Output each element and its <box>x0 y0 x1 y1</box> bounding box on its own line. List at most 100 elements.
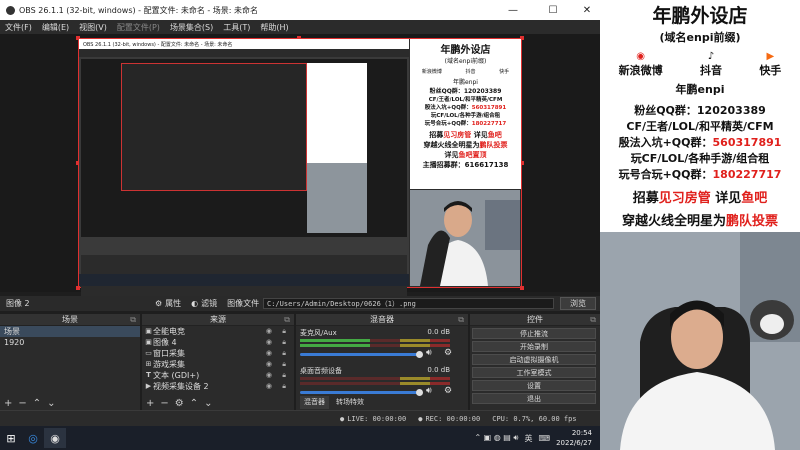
scene-item[interactable]: 场景 <box>0 326 140 337</box>
volume-meter <box>300 377 450 380</box>
volume-slider[interactable] <box>300 391 418 394</box>
resize-handle[interactable] <box>76 286 80 290</box>
sources-toolbar: + − ⚙ ⌃ ⌄ <box>142 396 294 410</box>
volume-slider[interactable] <box>300 353 418 356</box>
filters-button[interactable]: ◐ 滤镜 <box>186 298 222 309</box>
clock[interactable]: 20:54 2022/6/27 <box>556 428 592 448</box>
remove-icon[interactable]: − <box>160 398 168 409</box>
search-icon[interactable]: ◎ <box>22 428 44 448</box>
eye-icon[interactable]: ◉ <box>266 326 272 337</box>
source-item[interactable]: ⊞ 游戏采集 ◉ 🔒︎ <box>142 359 294 370</box>
menu-file[interactable]: 文件(F) <box>0 22 37 33</box>
promo-line2: 殷法入坑+QQ群：560317891 <box>600 134 800 150</box>
lock-icon[interactable]: 🔒︎ <box>282 326 286 337</box>
close-button[interactable]: ✕ <box>574 0 600 20</box>
menu-help[interactable]: 帮助(H) <box>255 22 293 33</box>
image-file-label: 图像文件 <box>227 299 260 308</box>
window-capture-preview: OBS 26.1.1 (32-bit, windows) - 配置文件: 未命名… <box>79 39 409 303</box>
lock-icon[interactable]: 🔒︎ <box>282 381 286 392</box>
eye-icon[interactable]: ◉ <box>266 359 272 370</box>
menu-profile[interactable]: 配置文件(P) <box>112 22 165 33</box>
start-virtual-camera-button[interactable]: 启动虚拟摄像机 <box>472 354 596 365</box>
line6-b: 鹏队投票 <box>726 214 779 229</box>
lock-icon[interactable]: 🔒︎ <box>282 359 286 370</box>
gear-icon[interactable]: ⚙ <box>175 398 184 409</box>
preview-promo-line6: 穿越火线全明星为鹏队投票 <box>410 140 521 150</box>
add-icon[interactable]: + <box>146 398 154 409</box>
browse-button[interactable]: 浏览 <box>560 297 596 310</box>
tab-mixer[interactable]: 混音器 <box>300 396 329 409</box>
obs-taskbar-icon[interactable]: ◉ <box>44 428 66 448</box>
preview-promo-socials: 新浪微博 抖音 快手 <box>410 68 521 75</box>
move-up-icon[interactable]: ⌃ <box>33 398 41 409</box>
move-up-icon[interactable]: ⌃ <box>190 398 198 409</box>
settings-button[interactable]: 设置 <box>472 380 596 391</box>
preview-promo-line4: 玩号合玩+QQ群：180227717 <box>410 119 521 127</box>
menu-scene-collection[interactable]: 场景集合(S) <box>165 22 218 33</box>
preview-promo-line2: 殷法入坑+QQ群：560317891 <box>410 103 521 111</box>
window-titlebar: OBS 26.1.1 (32-bit, windows) - 配置文件: 未命名… <box>0 0 600 20</box>
source-item[interactable]: T 文本 (GDI+) ◉ 🔒︎ <box>142 370 294 381</box>
gear-icon[interactable]: ⚙ <box>444 348 452 358</box>
exit-button[interactable]: 退出 <box>472 393 596 404</box>
source-item[interactable]: ▣ 全能电竞 ◉ 🔒︎ <box>142 326 294 337</box>
live-status: LIVE: 00:00:00 <box>347 414 407 423</box>
promo-line3: 玩CF/LOL/各种手游/组合租 <box>630 152 770 165</box>
window-title: OBS 26.1.1 (32-bit, windows) - 配置文件: 未命名… <box>19 5 259 15</box>
eye-icon[interactable]: ◉ <box>266 370 272 381</box>
nested-taskbar <box>79 274 409 286</box>
menu-view[interactable]: 视图(V) <box>74 22 112 33</box>
dock-pin-icon[interactable]: ⧉ <box>590 314 596 326</box>
sources-dock: 来源 ⧉ ▣ 全能电竞 ◉ 🔒︎ ▣ 图像 4 ◉ 🔒︎ ▭ 窗口采集 ◉ 🔒︎ ⊞ 游戏采集 ◉ 🔒︎ … <box>142 314 294 410</box>
minimize-button[interactable]: — <box>500 0 526 20</box>
tab-transitions[interactable]: 转场特效 <box>332 396 368 409</box>
game-capture-icon: ⊞ <box>145 360 152 368</box>
eye-icon[interactable]: ◉ <box>266 381 272 392</box>
speaker-icon[interactable]: 🔊︎ <box>426 348 432 358</box>
resize-handle[interactable] <box>520 286 524 290</box>
slider-knob[interactable] <box>416 351 423 358</box>
image-path-field[interactable]: C:/Users/Admin/Desktop/0626（1）.png <box>263 298 554 309</box>
source-item[interactable]: ▣ 图像 4 ◉ 🔒︎ <box>142 337 294 348</box>
source-item[interactable]: ▶ 视频采集设备 2 ◉ 🔒︎ <box>142 381 294 392</box>
lock-icon[interactable]: 🔒︎ <box>282 370 286 381</box>
windows-start-icon[interactable]: ⊞ <box>0 428 22 448</box>
source-item[interactable]: ▭ 窗口采集 ◉ 🔒︎ <box>142 348 294 359</box>
move-down-icon[interactable]: ⌄ <box>47 398 55 409</box>
preview-social-douyin: 抖音 <box>465 69 476 75</box>
volume-meter <box>300 339 450 342</box>
preview-promo-title: 年鹏外设店 <box>440 45 491 56</box>
scene-item[interactable]: 1920 <box>0 337 140 348</box>
lock-icon[interactable]: 🔒︎ <box>282 348 286 359</box>
controls-header: 控件 ⧉ <box>470 314 600 326</box>
eye-icon[interactable]: ◉ <box>266 337 272 348</box>
dock-pin-icon[interactable]: ⧉ <box>458 314 464 326</box>
dock-pin-icon[interactable]: ⧉ <box>284 314 290 326</box>
speaker-icon[interactable]: 🔊︎ <box>426 386 432 396</box>
menu-tools[interactable]: 工具(T) <box>218 22 255 33</box>
slider-knob[interactable] <box>416 389 423 396</box>
move-down-icon[interactable]: ⌄ <box>204 398 212 409</box>
text-icon: T <box>146 371 151 379</box>
remove-icon[interactable]: − <box>18 398 26 409</box>
sources-header: 来源 ⧉ <box>142 314 294 326</box>
properties-button[interactable]: ⚙ 属性 <box>150 298 186 309</box>
ime-icon[interactable]: ⌨ <box>538 434 550 443</box>
nested-preview <box>81 59 407 237</box>
language-indicator[interactable]: 英 <box>524 433 532 444</box>
studio-mode-button[interactable]: 工作室模式 <box>472 367 596 378</box>
stop-streaming-button[interactable]: 停止推流 <box>472 328 596 339</box>
start-recording-button[interactable]: 开始录制 <box>472 341 596 352</box>
maximize-button[interactable]: ☐ <box>540 0 566 20</box>
lock-icon[interactable]: 🔒︎ <box>282 337 286 348</box>
add-icon[interactable]: + <box>4 398 12 409</box>
menu-edit[interactable]: 编辑(E) <box>37 22 74 33</box>
gear-icon[interactable]: ⚙ <box>444 386 452 396</box>
tray-icons[interactable]: ⌃ ▣ ◍ ▤ 🔊︎ <box>474 433 518 443</box>
promo-qq: 粉丝QQ群：120203389 <box>600 102 800 118</box>
preview-social-weibo: 新浪微博 <box>421 69 442 75</box>
source-label: 游戏采集 <box>153 360 185 369</box>
line4-num: 180227717 <box>712 168 782 181</box>
dock-pin-icon[interactable]: ⧉ <box>130 314 136 326</box>
eye-icon[interactable]: ◉ <box>266 348 272 359</box>
